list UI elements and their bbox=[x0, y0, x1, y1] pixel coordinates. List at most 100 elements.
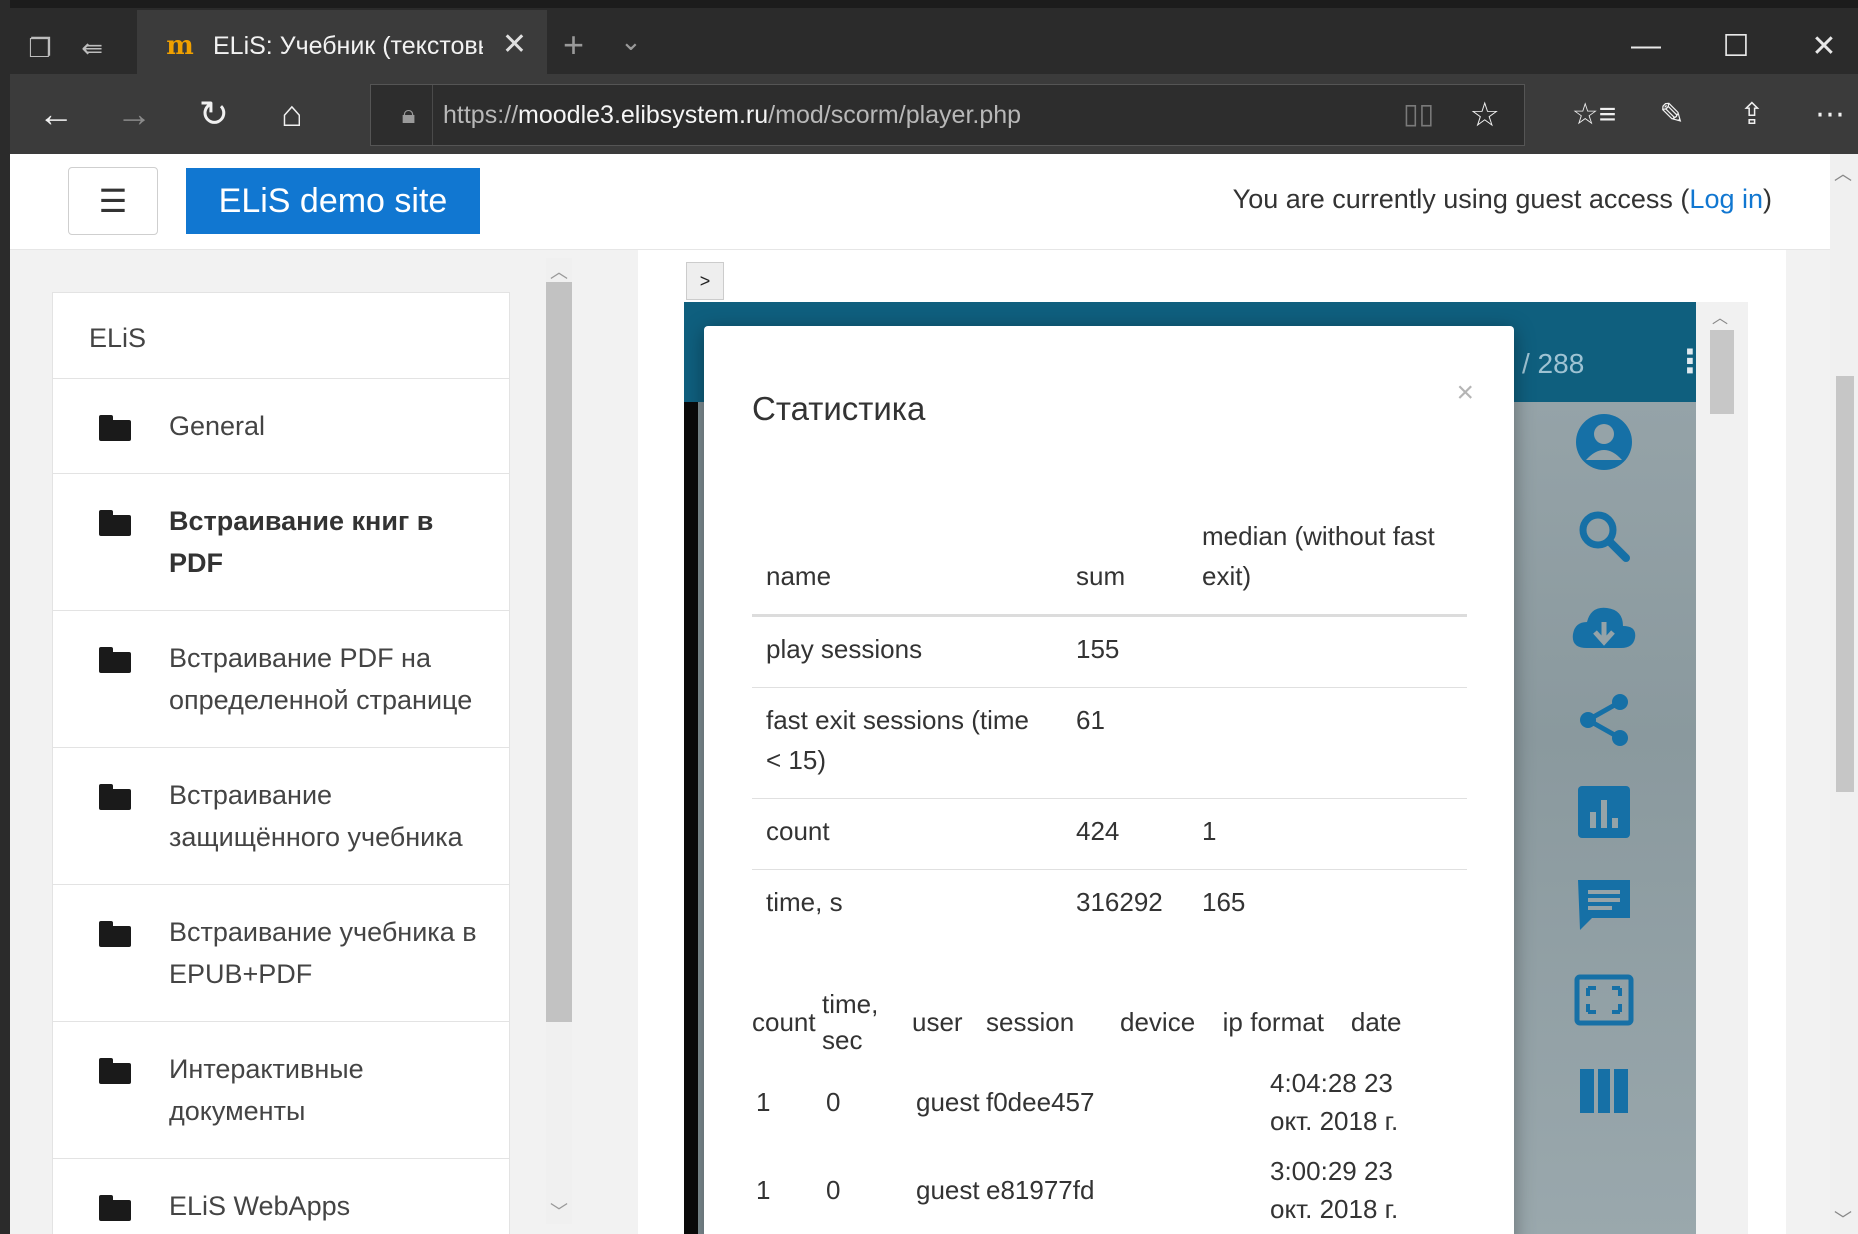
page-count: / 288 bbox=[1522, 348, 1585, 379]
active-tab[interactable]: m ELiS: Учебник (текстовый ✕ bbox=[137, 10, 547, 82]
statistics-table: name sum median (without fast exit) play… bbox=[752, 516, 1467, 940]
folder-icon bbox=[99, 415, 131, 441]
sidebar-item-general[interactable]: General bbox=[53, 379, 509, 474]
address-bar[interactable]: 🔒︎ https://moodle3.elibsystem.ru/mod/sco… bbox=[370, 84, 1525, 146]
sidebar-item-pdf-books[interactable]: Встраивание книг в PDF bbox=[53, 474, 509, 611]
tab-title: ELiS: Учебник (текстовый bbox=[213, 31, 483, 60]
tabs-icon[interactable]: ❐ bbox=[20, 28, 60, 68]
comment-icon[interactable] bbox=[1564, 864, 1644, 944]
sidebar-item-label: Встраивание защищённого учебника bbox=[169, 780, 463, 852]
cloud-download-icon[interactable] bbox=[1564, 588, 1644, 668]
set-aside-icon[interactable]: ⇚ bbox=[72, 28, 112, 68]
scroll-up-icon[interactable]: ︿ bbox=[550, 258, 568, 284]
site-brand[interactable]: ELiS demo site bbox=[186, 168, 480, 234]
sidebar-item-label: Встраивание PDF на определенной странице bbox=[169, 643, 473, 715]
table-cell: time, s bbox=[766, 887, 843, 917]
table-cell: guest bbox=[916, 1087, 980, 1117]
folder-icon bbox=[99, 647, 131, 673]
scroll-up-icon[interactable]: ︿ bbox=[1712, 304, 1728, 328]
sidebar-scrollbar[interactable]: ︿ ﹀ bbox=[546, 258, 572, 1224]
close-window-icon[interactable]: ✕ bbox=[1784, 18, 1858, 74]
favorites-list-icon[interactable]: ☆≡ bbox=[1566, 86, 1622, 142]
fullscreen-icon[interactable] bbox=[1564, 960, 1644, 1040]
table-cell: e81977fd bbox=[986, 1175, 1095, 1205]
sidebar-item-label: General bbox=[169, 411, 266, 441]
sidebar-item-label: Встраивание книг в PDF bbox=[169, 506, 434, 578]
home-icon[interactable]: ⌂ bbox=[264, 86, 320, 142]
column-header: user bbox=[912, 1007, 963, 1037]
book-icon[interactable]: ▯▯ bbox=[1403, 97, 1434, 130]
forward-arrow-icon[interactable]: → bbox=[106, 86, 162, 142]
scrollbar-thumb[interactable] bbox=[1710, 330, 1734, 414]
table-row: count 424 1 bbox=[752, 798, 1467, 870]
bar-chart-icon[interactable] bbox=[1564, 772, 1644, 852]
url-path: /mod/scorm/player.php bbox=[768, 100, 1022, 129]
user-icon[interactable] bbox=[1564, 402, 1644, 482]
scroll-down-icon[interactable]: ﹀ bbox=[1834, 1206, 1852, 1232]
sidebar-item-epub-pdf[interactable]: Встраивание учебника в EPUB+PDF bbox=[53, 885, 509, 1022]
column-header: session bbox=[986, 1007, 1075, 1037]
refresh-icon[interactable]: ↻ bbox=[186, 86, 242, 142]
sidebar-item-interactive-docs[interactable]: Интерактивные документы bbox=[53, 1022, 509, 1159]
search-icon[interactable] bbox=[1564, 496, 1644, 576]
table-cell: 61 bbox=[1062, 687, 1188, 799]
close-tab-icon[interactable]: ✕ bbox=[502, 28, 527, 62]
sidebar-item-protected-textbook[interactable]: Встраивание защищённого учебника bbox=[53, 748, 509, 885]
dialog-title: Статистика bbox=[752, 390, 926, 427]
site-header: ☰ ELiS demo site You are currently using… bbox=[10, 154, 1830, 250]
table-row: 1 0 guest e81977fd 3:00:29 23 окт. 2018 … bbox=[752, 1146, 1420, 1234]
sidebar-item-pdf-page[interactable]: Встраивание PDF на определенной странице bbox=[53, 611, 509, 748]
minimize-icon[interactable]: — bbox=[1606, 18, 1686, 74]
close-icon[interactable]: × bbox=[1456, 376, 1474, 410]
columns-icon[interactable] bbox=[1564, 1050, 1644, 1130]
column-header: name bbox=[752, 516, 1062, 617]
page-scrollbar[interactable]: ︿ ﹀ bbox=[1830, 154, 1858, 1234]
table-cell: fast exit sessions (time < 15) bbox=[752, 687, 1062, 799]
browser-window: ❐ ⇚ m ELiS: Учебник (текстовый ✕ + ⌄ — ☐… bbox=[10, 0, 1858, 1234]
table-cell: 0 bbox=[826, 1175, 841, 1205]
star-icon[interactable]: ☆ bbox=[1470, 95, 1500, 135]
table-row: play sessions 155 bbox=[752, 615, 1467, 688]
guest-text-end: ) bbox=[1763, 184, 1772, 214]
column-header: count bbox=[752, 1007, 816, 1037]
table-cell: 155 bbox=[1062, 615, 1188, 688]
pen-icon[interactable]: ✎ bbox=[1644, 86, 1700, 142]
table-cell: 4:04:28 23 окт. 2018 г. bbox=[1270, 1068, 1399, 1136]
toc-toggle-button[interactable]: > bbox=[686, 262, 724, 300]
folder-icon bbox=[99, 1058, 131, 1084]
new-tab-icon[interactable]: + bbox=[563, 24, 584, 66]
statistics-dialog: Статистика × name sum median (without fa… bbox=[704, 326, 1514, 1234]
login-link[interactable]: Log in bbox=[1689, 184, 1763, 214]
table-cell: 1 bbox=[756, 1087, 771, 1117]
table-cell: 3:00:29 23 окт. 2018 г. bbox=[1270, 1156, 1399, 1224]
maximize-icon[interactable]: ☐ bbox=[1696, 18, 1776, 74]
sidebar-heading[interactable]: ELiS bbox=[53, 293, 509, 379]
table-cell: 0 bbox=[826, 1087, 841, 1117]
player-scrollbar[interactable]: ︿ bbox=[1696, 302, 1748, 1234]
url-scheme: https:// bbox=[443, 100, 519, 129]
back-arrow-icon[interactable]: ← bbox=[28, 86, 84, 142]
table-row: 1 0 guest f0dee457 4:04:28 23 окт. 2018 … bbox=[752, 1058, 1420, 1146]
scroll-up-icon[interactable]: ︿ bbox=[1834, 160, 1852, 186]
table-cell: 165 bbox=[1202, 887, 1246, 917]
share-icon[interactable] bbox=[1564, 680, 1644, 760]
chevron-down-icon[interactable]: ⌄ bbox=[620, 26, 642, 57]
lock-icon[interactable]: 🔒︎ bbox=[385, 85, 433, 145]
table-row: fast exit sessions (time < 15) 61 bbox=[752, 687, 1467, 799]
hamburger-menu-icon[interactable]: ☰ bbox=[68, 167, 158, 235]
player-edge bbox=[684, 402, 698, 1234]
scrollbar-thumb[interactable] bbox=[546, 282, 572, 1022]
column-header: time, sec bbox=[822, 989, 879, 1055]
column-header: sum bbox=[1062, 516, 1188, 617]
table-cell: 316292 bbox=[1076, 887, 1163, 917]
column-header: date bbox=[1350, 1007, 1402, 1037]
more-icon[interactable]: ⋯ bbox=[1802, 86, 1858, 142]
folder-icon bbox=[99, 1195, 131, 1221]
scrollbar-thumb[interactable] bbox=[1836, 376, 1854, 792]
scroll-down-icon[interactable]: ﹀ bbox=[550, 1198, 568, 1224]
sidebar-item-webapps[interactable]: ELiS WebApps bbox=[53, 1159, 509, 1234]
column-header: device bbox=[1120, 1007, 1196, 1037]
tab-bar: ❐ ⇚ m ELiS: Учебник (текстовый ✕ + ⌄ — ☐… bbox=[10, 0, 1858, 82]
table-header-row: count time, sec user session device ip f… bbox=[752, 986, 1420, 1058]
share-icon[interactable]: ⇪ bbox=[1724, 86, 1780, 142]
